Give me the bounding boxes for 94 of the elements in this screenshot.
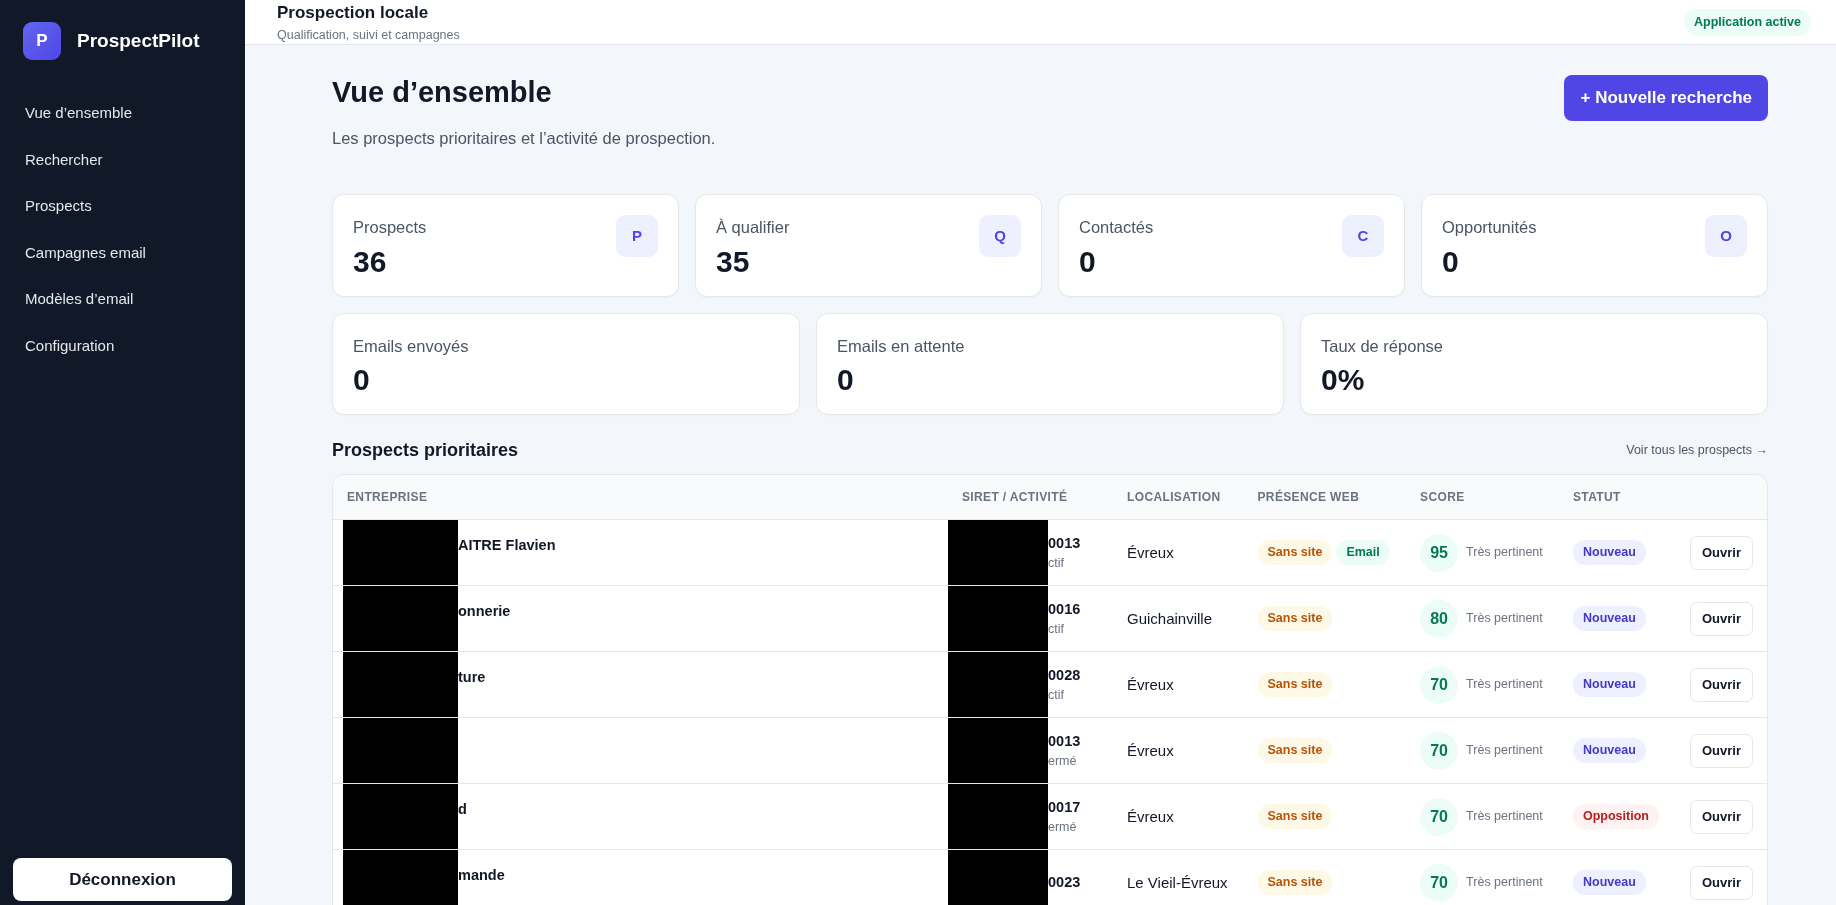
open-button[interactable]: Ouvrir bbox=[1690, 536, 1753, 570]
location-cell: Évreux bbox=[1113, 519, 1244, 586]
score-label: Très pertinent bbox=[1466, 610, 1543, 628]
open-button[interactable]: Ouvrir bbox=[1690, 668, 1753, 702]
score-circle: 70 bbox=[1420, 863, 1459, 902]
page-title: Vue d’ensemble bbox=[332, 75, 553, 111]
open-button[interactable]: Ouvrir bbox=[1690, 734, 1753, 768]
company-name: mande bbox=[458, 865, 505, 885]
stat-label: À qualifier bbox=[716, 216, 790, 238]
score-label: Très pertinent bbox=[1466, 544, 1543, 562]
score-circle: 70 bbox=[1420, 797, 1459, 836]
score-circle: 70 bbox=[1420, 731, 1459, 770]
location-cell: Le Vieil-Évreux bbox=[1113, 849, 1244, 905]
open-button[interactable]: Ouvrir bbox=[1690, 866, 1753, 900]
activity-status: ctif bbox=[1048, 687, 1065, 705]
activity-status: ctif bbox=[1048, 555, 1065, 573]
nav-link[interactable]: Campagnes email bbox=[0, 229, 245, 276]
nav-link[interactable]: Modèles d’email bbox=[0, 276, 245, 323]
stat-label: Emails en attente bbox=[837, 335, 965, 357]
column-header: LOCALISATION bbox=[1113, 475, 1244, 520]
section-title: Prospects prioritaires bbox=[332, 439, 519, 463]
company-name: onnerie bbox=[458, 601, 511, 621]
company-name: ture bbox=[458, 667, 486, 687]
score-circle: 95 bbox=[1420, 533, 1459, 572]
stat-value: 36 bbox=[353, 243, 388, 280]
web-tag: Sans site bbox=[1257, 540, 1333, 566]
stat-label: Taux de réponse bbox=[1321, 335, 1443, 357]
column-header: SIRET / ACTIVITÉ bbox=[948, 475, 1113, 520]
stat-label: Contactés bbox=[1079, 216, 1154, 238]
status-tag: Nouveau bbox=[1573, 672, 1646, 698]
stat-value: 0 bbox=[1442, 243, 1460, 280]
web-tag: Sans site bbox=[1257, 738, 1333, 764]
stat-label: Prospects bbox=[353, 216, 427, 238]
header-subtitle: Qualification, suivi et campagnes bbox=[277, 26, 460, 44]
siret-number: 0013 bbox=[1048, 731, 1081, 751]
status-tag: Nouveau bbox=[1573, 738, 1646, 764]
status-badge: Application active bbox=[1684, 8, 1811, 36]
stat-label: Opportunités bbox=[1442, 216, 1537, 238]
logout-button[interactable]: Déconnexion bbox=[13, 857, 232, 901]
stat-icon: O bbox=[1705, 214, 1747, 257]
header-title: Prospection locale bbox=[277, 2, 430, 24]
location-cell: Évreux bbox=[1113, 717, 1244, 784]
logo-icon: P bbox=[23, 22, 61, 60]
company-name: d bbox=[458, 799, 467, 819]
column-header: STATUT bbox=[1559, 475, 1675, 520]
brand-name: ProspectPilot bbox=[77, 28, 200, 53]
location-cell: Évreux bbox=[1113, 783, 1244, 850]
web-tag: Sans site bbox=[1257, 606, 1333, 632]
score-circle: 70 bbox=[1420, 665, 1459, 704]
score-label: Très pertinent bbox=[1466, 874, 1543, 892]
nav-link[interactable]: Vue d’ensemble bbox=[0, 90, 245, 137]
column-header: PRÉSENCE WEB bbox=[1243, 475, 1407, 520]
stat-icon: Q bbox=[979, 214, 1021, 257]
stat-label: Emails envoyés bbox=[353, 335, 469, 357]
web-tag: Email bbox=[1336, 540, 1390, 566]
siret-number: 0023 bbox=[1048, 872, 1081, 892]
nav-link[interactable]: Rechercher bbox=[0, 136, 245, 183]
activity-status: ctif bbox=[1048, 621, 1065, 639]
stat-value: 0 bbox=[837, 362, 855, 399]
stat-icon: C bbox=[1342, 214, 1384, 257]
stat-value: 0% bbox=[1321, 362, 1366, 399]
siret-number: 0013 bbox=[1048, 533, 1081, 553]
stat-value: 35 bbox=[716, 243, 751, 280]
page-subtitle: Les prospects prioritaires et l’activité de prospection. bbox=[332, 128, 716, 150]
open-button[interactable]: Ouvrir bbox=[1690, 800, 1753, 834]
score-label: Très pertinent bbox=[1466, 676, 1543, 694]
web-tag: Sans site bbox=[1257, 870, 1333, 896]
web-tag: Sans site bbox=[1257, 804, 1333, 830]
new-search-button[interactable]: + Nouvelle recherche bbox=[1564, 75, 1768, 121]
score-circle: 80 bbox=[1420, 599, 1459, 638]
column-header: SCORE bbox=[1406, 475, 1559, 520]
status-tag: Nouveau bbox=[1573, 540, 1646, 566]
nav-link[interactable]: Configuration bbox=[0, 322, 245, 369]
stat-value: 0 bbox=[353, 362, 371, 399]
status-tag: Opposition bbox=[1573, 804, 1659, 830]
view-all-link[interactable]: Voir tous les prospects → bbox=[1626, 441, 1768, 461]
company-name: AITRE Flavien bbox=[458, 535, 556, 555]
column-header: ENTREPRISE bbox=[333, 475, 948, 520]
activity-status: ermé bbox=[1048, 753, 1078, 771]
status-tag: Nouveau bbox=[1573, 870, 1646, 896]
score-label: Très pertinent bbox=[1466, 808, 1543, 826]
activity-status: ermé bbox=[1048, 819, 1078, 837]
location-cell: Guichainville bbox=[1113, 585, 1244, 652]
siret-number: 0028 bbox=[1048, 665, 1081, 685]
stat-icon: P bbox=[616, 214, 658, 257]
score-label: Très pertinent bbox=[1466, 742, 1543, 760]
nav-link[interactable]: Prospects bbox=[0, 183, 245, 230]
stat-value: 0 bbox=[1079, 243, 1097, 280]
web-tag: Sans site bbox=[1257, 672, 1333, 698]
location-cell: Évreux bbox=[1113, 651, 1244, 718]
siret-number: 0017 bbox=[1048, 797, 1081, 817]
siret-number: 0016 bbox=[1048, 599, 1081, 619]
open-button[interactable]: Ouvrir bbox=[1690, 602, 1753, 636]
status-tag: Nouveau bbox=[1573, 606, 1646, 632]
